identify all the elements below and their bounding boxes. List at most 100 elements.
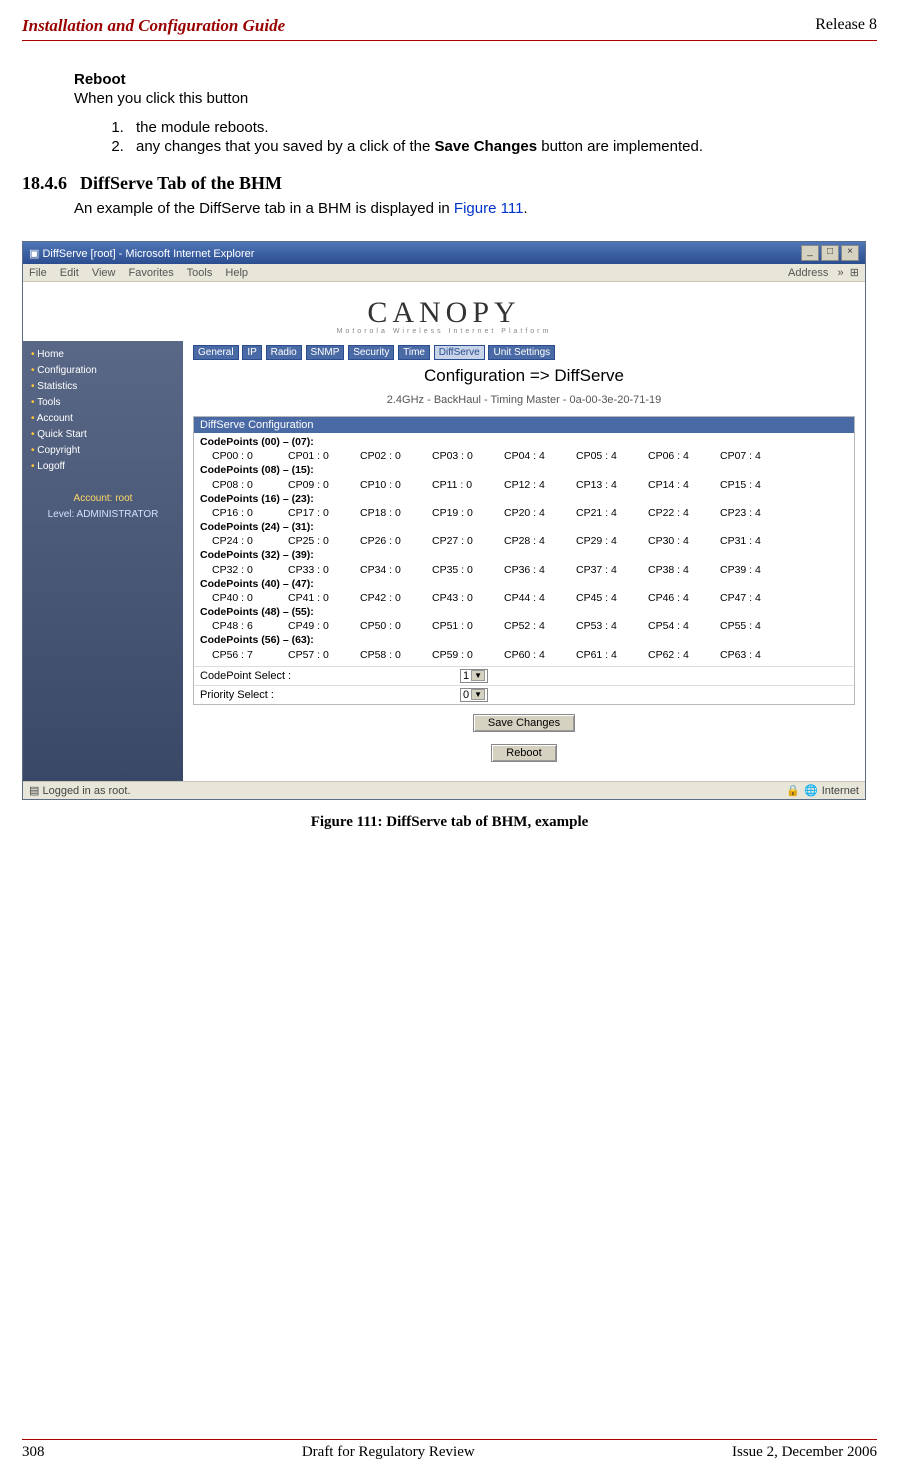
menu-view[interactable]: View bbox=[92, 267, 116, 279]
codepoint-cell: CP13 : 4 bbox=[576, 478, 648, 492]
codepoint-cell: CP39 : 4 bbox=[720, 563, 792, 577]
tab-snmp[interactable]: SNMP bbox=[306, 345, 345, 360]
tab-unitsettings[interactable]: Unit Settings bbox=[488, 345, 555, 360]
priority-select-dropdown[interactable]: 0 ▼ bbox=[460, 688, 488, 702]
codepoint-cell: CP27 : 0 bbox=[432, 534, 504, 548]
codepoint-cell: CP54 : 4 bbox=[648, 619, 720, 633]
codepoint-cell: CP32 : 0 bbox=[200, 563, 288, 577]
tab-time[interactable]: Time bbox=[398, 345, 430, 360]
maximize-button[interactable]: □ bbox=[821, 245, 839, 261]
codepoint-cell: CP03 : 0 bbox=[432, 449, 504, 463]
status-left-text: Logged in as root. bbox=[42, 785, 130, 797]
codepoint-row: CP32 : 0CP33 : 0CP34 : 0CP35 : 0CP36 : 4… bbox=[200, 563, 848, 577]
codepoint-row: CP48 : 6CP49 : 0CP50 : 0CP51 : 0CP52 : 4… bbox=[200, 619, 848, 633]
reboot-button[interactable]: Reboot bbox=[491, 744, 556, 762]
priority-select-value: 0 bbox=[463, 689, 469, 701]
tab-diffserve[interactable]: DiffServe bbox=[434, 345, 485, 360]
sidebar-item-home[interactable]: Home bbox=[31, 347, 175, 363]
tab-ip[interactable]: IP bbox=[242, 345, 261, 360]
codepoint-cell: CP58 : 0 bbox=[360, 648, 432, 662]
tab-security[interactable]: Security bbox=[348, 345, 394, 360]
reboot-step2-b: button are implemented. bbox=[537, 138, 703, 155]
codepoint-cell: CP09 : 0 bbox=[288, 478, 360, 492]
sidebar-item-statistics[interactable]: Statistics bbox=[31, 379, 175, 395]
codepoint-cell: CP37 : 4 bbox=[576, 563, 648, 577]
logo-area: CANOPY Motorola Wireless Internet Platfo… bbox=[23, 282, 865, 341]
status-bar: ▤ Logged in as root. 🔒 🌐 Internet bbox=[23, 781, 865, 799]
lock-icon: 🔒 bbox=[786, 784, 800, 797]
close-button[interactable]: × bbox=[841, 245, 859, 261]
codepoint-row: CP40 : 0CP41 : 0CP42 : 0CP43 : 0CP44 : 4… bbox=[200, 591, 848, 605]
codepoint-cell: CP49 : 0 bbox=[288, 619, 360, 633]
window-controls: _□× bbox=[799, 245, 859, 261]
codepoint-select-row: CodePoint Select : 1 ▼ bbox=[194, 666, 854, 685]
codepoint-group-label: CodePoints (00) – (07): bbox=[200, 435, 848, 449]
config-title: Configuration => DiffServe bbox=[193, 366, 855, 386]
codepoint-cell: CP46 : 4 bbox=[648, 591, 720, 605]
publication-title: Installation and Configuration Guide bbox=[22, 16, 285, 36]
codepoint-row: CP08 : 0CP09 : 0CP10 : 0CP11 : 0CP12 : 4… bbox=[200, 478, 848, 492]
sidebar-item-tools[interactable]: Tools bbox=[31, 395, 175, 411]
section-lead: An example of the DiffServe tab in a BHM… bbox=[74, 200, 877, 217]
sidebar-item-configuration[interactable]: Configuration bbox=[31, 363, 175, 379]
codepoint-cell: CP02 : 0 bbox=[360, 449, 432, 463]
window-titlebar: ▣ DiffServe [root] - Microsoft Internet … bbox=[23, 242, 865, 264]
codepoint-cell: CP47 : 4 bbox=[720, 591, 792, 605]
status-page-icon: ▤ bbox=[29, 785, 39, 797]
tab-radio[interactable]: Radio bbox=[266, 345, 302, 360]
menu-edit[interactable]: Edit bbox=[60, 267, 79, 279]
minimize-button[interactable]: _ bbox=[801, 245, 819, 261]
codepoint-group-label: CodePoints (32) – (39): bbox=[200, 548, 848, 562]
codepoint-select-label: CodePoint Select : bbox=[200, 670, 460, 682]
menu-favorites[interactable]: Favorites bbox=[129, 267, 174, 279]
codepoint-cell: CP33 : 0 bbox=[288, 563, 360, 577]
codepoint-cell: CP23 : 4 bbox=[720, 506, 792, 520]
footer-center: Draft for Regulatory Review bbox=[302, 1444, 475, 1461]
codepoint-cell: CP14 : 4 bbox=[648, 478, 720, 492]
codepoint-cell: CP21 : 4 bbox=[576, 506, 648, 520]
sidebar-item-account[interactable]: Account bbox=[31, 411, 175, 427]
section-number: 18.4.6 bbox=[22, 173, 80, 194]
codepoint-group-label: CodePoints (56) – (63): bbox=[200, 633, 848, 647]
codepoint-cell: CP36 : 4 bbox=[504, 563, 576, 577]
codepoint-cell: CP18 : 0 bbox=[360, 506, 432, 520]
codepoint-cell: CP29 : 4 bbox=[576, 534, 648, 548]
codepoint-cell: CP61 : 4 bbox=[576, 648, 648, 662]
menu-file[interactable]: File bbox=[29, 267, 47, 279]
sidebar-item-logoff[interactable]: Logoff bbox=[31, 459, 175, 475]
codepoint-cell: CP56 : 7 bbox=[200, 648, 288, 662]
codepoint-cell: CP31 : 4 bbox=[720, 534, 792, 548]
codepoint-cell: CP08 : 0 bbox=[200, 478, 288, 492]
codepoint-cell: CP44 : 4 bbox=[504, 591, 576, 605]
priority-select-row: Priority Select : 0 ▼ bbox=[194, 685, 854, 704]
menu-help[interactable]: Help bbox=[225, 267, 248, 279]
codepoint-cell: CP43 : 0 bbox=[432, 591, 504, 605]
codepoint-cell: CP10 : 0 bbox=[360, 478, 432, 492]
sidebar-item-copyright[interactable]: Copyright bbox=[31, 443, 175, 459]
menu-tools[interactable]: Tools bbox=[187, 267, 213, 279]
diffserve-panel-header: DiffServe Configuration bbox=[194, 417, 854, 433]
codepoint-cell: CP41 : 0 bbox=[288, 591, 360, 605]
codepoint-row: CP00 : 0CP01 : 0CP02 : 0CP03 : 0CP04 : 4… bbox=[200, 449, 848, 463]
reboot-step2-a: any changes that you saved by a click of… bbox=[136, 138, 435, 155]
codepoint-select-dropdown[interactable]: 1 ▼ bbox=[460, 669, 488, 683]
window-title-label: DiffServe [root] - Microsoft Internet Ex… bbox=[42, 248, 254, 260]
canopy-logo-subtitle: Motorola Wireless Internet Platform bbox=[23, 328, 865, 335]
save-changes-button[interactable]: Save Changes bbox=[473, 714, 575, 732]
codepoint-cell: CP28 : 4 bbox=[504, 534, 576, 548]
codepoint-cell: CP22 : 4 bbox=[648, 506, 720, 520]
codepoint-cell: CP51 : 0 bbox=[432, 619, 504, 633]
codepoint-group-label: CodePoints (08) – (15): bbox=[200, 463, 848, 477]
reboot-step-1: the module reboots. bbox=[128, 119, 877, 136]
menu-bar: File Edit View Favorites Tools Help Addr… bbox=[23, 264, 865, 282]
toolbar-chevron[interactable]: » bbox=[838, 267, 844, 279]
release-label: Release 8 bbox=[815, 16, 877, 36]
codepoint-cell: CP62 : 4 bbox=[648, 648, 720, 662]
windows-flag-icon: ⊞ bbox=[850, 267, 859, 279]
tab-general[interactable]: General bbox=[193, 345, 239, 360]
section-heading: 18.4.6DiffServe Tab of the BHM bbox=[22, 173, 877, 194]
figure-reference-link[interactable]: Figure 111 bbox=[454, 200, 524, 217]
sidebar-item-quickstart[interactable]: Quick Start bbox=[31, 427, 175, 443]
codepoint-row: CP56 : 7CP57 : 0CP58 : 0CP59 : 0CP60 : 4… bbox=[200, 648, 848, 662]
status-right-text: Internet bbox=[822, 785, 859, 797]
